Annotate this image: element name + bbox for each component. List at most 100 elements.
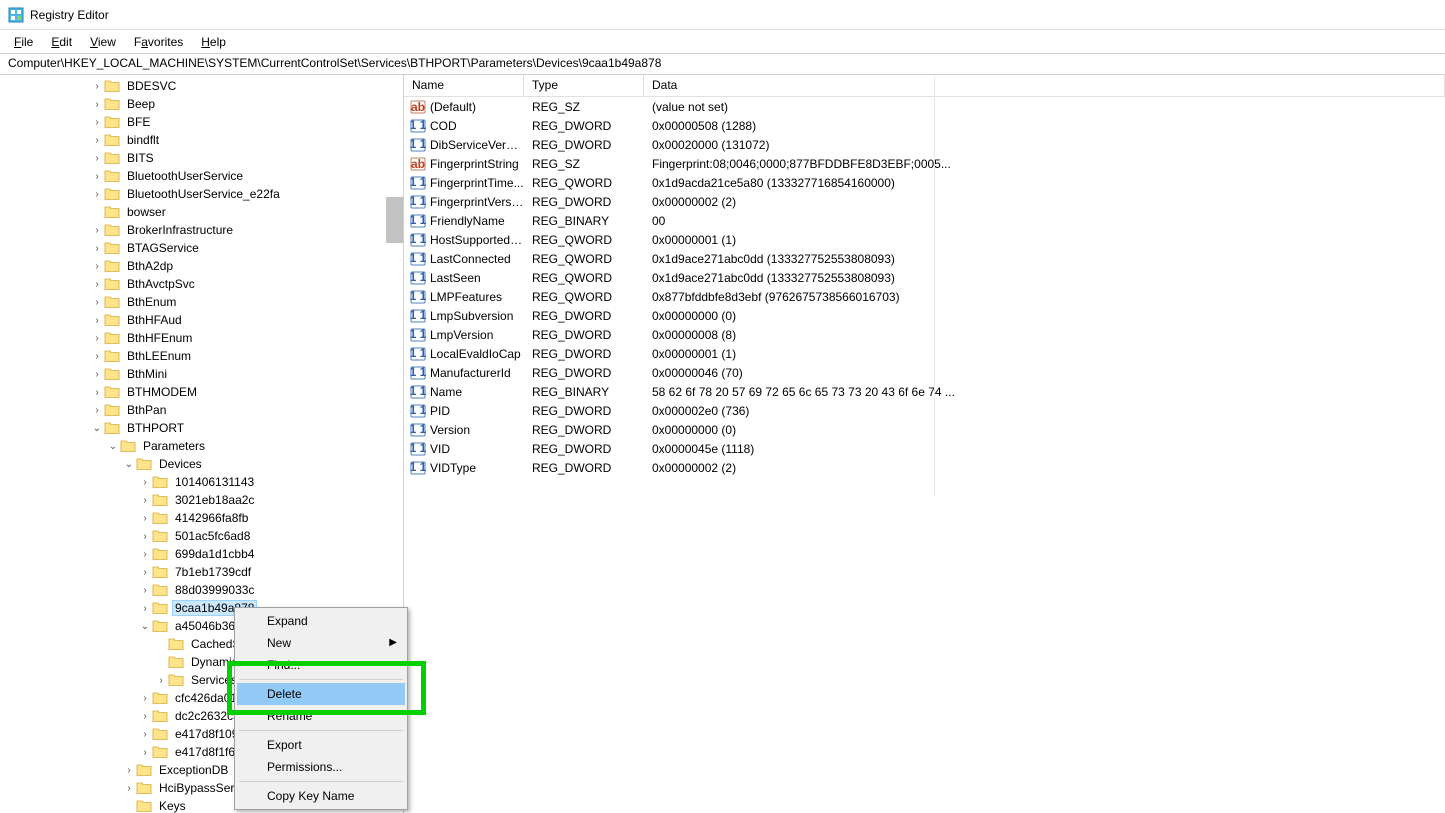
- tree-item[interactable]: ⌄BTHPORT: [0, 419, 403, 437]
- tree-scrollthumb[interactable]: [386, 197, 403, 243]
- expander-icon[interactable]: ›: [90, 225, 104, 236]
- ctx-permissions[interactable]: Permissions...: [237, 756, 405, 778]
- tree-item[interactable]: ›BITS: [0, 149, 403, 167]
- tree-item[interactable]: ›BTHMODEM: [0, 383, 403, 401]
- tree-item[interactable]: ›501ac5fc6ad8: [0, 527, 403, 545]
- list-row[interactable]: 011 110FingerprintTime...REG_QWORD0x1d9a…: [404, 173, 1445, 192]
- tree-item[interactable]: ›4142966fa8fb: [0, 509, 403, 527]
- list-row[interactable]: 011 110LMPFeaturesREG_QWORD0x877bfddbfe8…: [404, 287, 1445, 306]
- list-row[interactable]: 011 110LmpVersionREG_DWORD0x00000008 (8): [404, 325, 1445, 344]
- expander-icon[interactable]: ›: [138, 603, 152, 614]
- list-row[interactable]: 011 110NameREG_BINARY58 62 6f 78 20 57 6…: [404, 382, 1445, 401]
- ctx-expand[interactable]: Expand: [237, 610, 405, 632]
- tree-item[interactable]: ›7b1eb1739cdf: [0, 563, 403, 581]
- menu-favorites[interactable]: Favorites: [126, 33, 191, 51]
- tree-item[interactable]: ›BthA2dp: [0, 257, 403, 275]
- expander-icon[interactable]: ›: [90, 279, 104, 290]
- tree-item[interactable]: ›101406131143: [0, 473, 403, 491]
- tree-item[interactable]: ›BthHFEnum: [0, 329, 403, 347]
- list-row[interactable]: 011 110PIDREG_DWORD0x000002e0 (736): [404, 401, 1445, 420]
- expander-icon[interactable]: ›: [90, 117, 104, 128]
- ctx-find[interactable]: Find...: [237, 654, 405, 676]
- ctx-delete[interactable]: Delete: [237, 683, 405, 705]
- tree-item[interactable]: ›BthLEEnum: [0, 347, 403, 365]
- expander-icon[interactable]: ›: [138, 693, 152, 704]
- list-row[interactable]: 011 110VersionREG_DWORD0x00000000 (0): [404, 420, 1445, 439]
- tree-item[interactable]: ›BthAvctpSvc: [0, 275, 403, 293]
- col-data[interactable]: Data: [644, 75, 1445, 96]
- tree-item[interactable]: ›BDESVC: [0, 77, 403, 95]
- expander-icon[interactable]: ›: [122, 783, 136, 794]
- expander-icon[interactable]: ›: [154, 675, 168, 686]
- tree-item[interactable]: ›BthMini: [0, 365, 403, 383]
- tree-item[interactable]: ›BthHFAud: [0, 311, 403, 329]
- expander-icon[interactable]: ›: [138, 747, 152, 758]
- expander-icon[interactable]: ›: [90, 99, 104, 110]
- menu-view[interactable]: View: [82, 33, 124, 51]
- expander-icon[interactable]: ⌄: [138, 621, 152, 632]
- expander-icon[interactable]: ›: [122, 765, 136, 776]
- expander-icon[interactable]: ›: [90, 351, 104, 362]
- list-row[interactable]: 011 110FingerprintVersionREG_DWORD0x0000…: [404, 192, 1445, 211]
- expander-icon[interactable]: ›: [138, 549, 152, 560]
- list-row[interactable]: 011 110HostSupportedF...REG_QWORD0x00000…: [404, 230, 1445, 249]
- tree-item[interactable]: ›BthEnum: [0, 293, 403, 311]
- col-name[interactable]: Name: [404, 75, 524, 96]
- col-type[interactable]: Type: [524, 75, 644, 96]
- expander-icon[interactable]: ›: [90, 261, 104, 272]
- list-row[interactable]: 011 110CODREG_DWORD0x00000508 (1288): [404, 116, 1445, 135]
- tree-item[interactable]: ›BthPan: [0, 401, 403, 419]
- expander-icon[interactable]: ›: [138, 495, 152, 506]
- tree-item[interactable]: ⌄Devices: [0, 455, 403, 473]
- ctx-rename[interactable]: Rename: [237, 705, 405, 727]
- list-row[interactable]: 011 110LastSeenREG_QWORD0x1d9ace271abc0d…: [404, 268, 1445, 287]
- list-row[interactable]: 011 110LocalEvaldIoCapREG_DWORD0x0000000…: [404, 344, 1445, 363]
- ctx-new[interactable]: New ▶: [237, 632, 405, 654]
- expander-icon[interactable]: ›: [90, 333, 104, 344]
- list-row[interactable]: 011 110LastConnectedREG_QWORD0x1d9ace271…: [404, 249, 1445, 268]
- tree-item[interactable]: ›3021eb18aa2c: [0, 491, 403, 509]
- tree-item[interactable]: bowser: [0, 203, 403, 221]
- expander-icon[interactable]: ›: [90, 405, 104, 416]
- tree-item[interactable]: ›699da1d1cbb4: [0, 545, 403, 563]
- ctx-copy-key-name[interactable]: Copy Key Name: [237, 785, 405, 807]
- expander-icon[interactable]: ›: [90, 297, 104, 308]
- tree-item[interactable]: ›Beep: [0, 95, 403, 113]
- expander-icon[interactable]: ›: [138, 567, 152, 578]
- list-row[interactable]: 011 110VIDREG_DWORD0x0000045e (1118): [404, 439, 1445, 458]
- tree-item[interactable]: ›BluetoothUserService_e22fa: [0, 185, 403, 203]
- list-row[interactable]: 011 110VIDTypeREG_DWORD0x00000002 (2): [404, 458, 1445, 477]
- expander-icon[interactable]: ›: [138, 513, 152, 524]
- expander-icon[interactable]: ⌄: [122, 459, 136, 470]
- address-bar[interactable]: Computer\HKEY_LOCAL_MACHINE\SYSTEM\Curre…: [0, 54, 1445, 75]
- expander-icon[interactable]: ›: [90, 81, 104, 92]
- tree-item[interactable]: ›88d03999033c: [0, 581, 403, 599]
- expander-icon[interactable]: ›: [138, 711, 152, 722]
- list-row[interactable]: 011 110DibServiceVersionREG_DWORD0x00020…: [404, 135, 1445, 154]
- expander-icon[interactable]: ›: [138, 585, 152, 596]
- tree-item[interactable]: ›BrokerInfrastructure: [0, 221, 403, 239]
- expander-icon[interactable]: ›: [90, 135, 104, 146]
- list-row[interactable]: 011 110LmpSubversionREG_DWORD0x00000000 …: [404, 306, 1445, 325]
- expander-icon[interactable]: ›: [90, 153, 104, 164]
- list-row[interactable]: abFingerprintStringREG_SZFingerprint:08;…: [404, 154, 1445, 173]
- list-row[interactable]: 011 110FriendlyNameREG_BINARY00: [404, 211, 1445, 230]
- tree-item[interactable]: ›bindflt: [0, 131, 403, 149]
- expander-icon[interactable]: ›: [138, 729, 152, 740]
- expander-icon[interactable]: ›: [90, 315, 104, 326]
- expander-icon[interactable]: ›: [90, 243, 104, 254]
- expander-icon[interactable]: ⌄: [106, 441, 120, 452]
- expander-icon[interactable]: ›: [90, 387, 104, 398]
- ctx-export[interactable]: Export: [237, 734, 405, 756]
- expander-icon[interactable]: ›: [90, 171, 104, 182]
- list-row[interactable]: 011 110ManufacturerIdREG_DWORD0x00000046…: [404, 363, 1445, 382]
- list-pane[interactable]: Name Type Data ab(Default)REG_SZ(value n…: [404, 75, 1445, 813]
- expander-icon[interactable]: ⌄: [90, 423, 104, 434]
- tree-item[interactable]: ›BTAGService: [0, 239, 403, 257]
- expander-icon[interactable]: ›: [90, 189, 104, 200]
- expander-icon[interactable]: ›: [138, 531, 152, 542]
- menu-file[interactable]: File: [6, 33, 41, 51]
- expander-icon[interactable]: ›: [138, 477, 152, 488]
- menu-edit[interactable]: Edit: [43, 33, 80, 51]
- expander-icon[interactable]: ›: [90, 369, 104, 380]
